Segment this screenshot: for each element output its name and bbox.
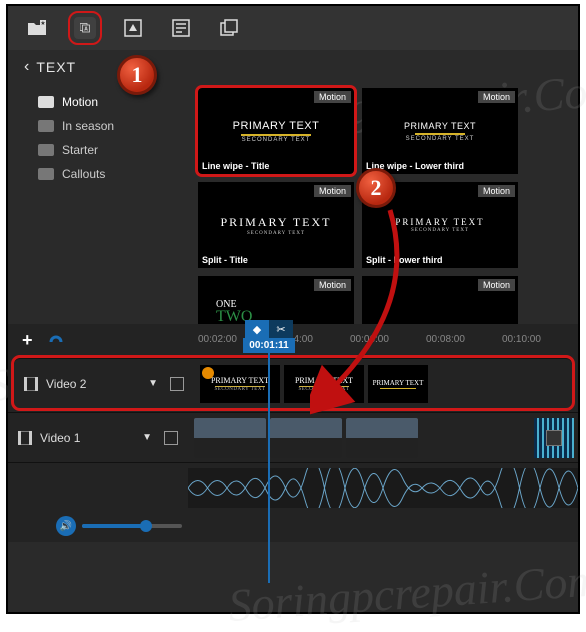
chevron-down-icon[interactable]: ▼ (142, 432, 152, 443)
preset-primary: PRIMARY TEXT (233, 120, 320, 132)
track-name: Video 2 (46, 377, 86, 391)
clip-underline (380, 388, 416, 389)
folder-icon (38, 120, 54, 132)
clip-secondary: SECONDARY TEXT (298, 387, 349, 392)
svg-text:A: A (84, 27, 88, 33)
panel-title: TEXT (36, 59, 76, 75)
clip-primary: PRIMARY TEXT (295, 376, 353, 385)
preset-primary: PRIMARY TEXT (220, 215, 331, 230)
track-visibility-icon[interactable] (164, 431, 178, 445)
sidebar-item-starter[interactable]: Starter (38, 138, 158, 162)
preset-tag: Motion (314, 91, 351, 103)
sidebar-item-label: Starter (62, 143, 98, 157)
sidebar-item-in-season[interactable]: In season (38, 114, 158, 138)
text-clip[interactable]: PRIMARY TEXT SECONDARY TEXT (284, 365, 364, 403)
preset-tag: Motion (478, 91, 515, 103)
track-header[interactable]: Video 2 ▼ (14, 377, 194, 391)
sidebar-item-label: Callouts (62, 167, 105, 181)
effect-icon (546, 430, 562, 446)
volume-control[interactable]: 🔊 (56, 516, 182, 536)
folder-tab-icon[interactable]: ★ (26, 17, 48, 39)
star-icon (202, 367, 214, 379)
preset-tag: Motion (314, 279, 351, 291)
effect-clip[interactable] (534, 418, 574, 458)
category-sidebar: Motion In season Starter Callouts (8, 84, 158, 324)
preset-tag: Motion (314, 185, 351, 197)
speaker-icon[interactable]: 🔊 (56, 516, 76, 536)
playhead-cut-icon[interactable]: ✂ (269, 320, 293, 338)
sidebar-item-callouts[interactable]: Callouts (38, 162, 158, 186)
playhead[interactable]: ◆ ✂ 00:01:11 (244, 320, 294, 583)
chevron-down-icon[interactable]: ▼ (148, 378, 158, 389)
track-name: Video 1 (40, 431, 80, 445)
preset-label: Line wipe - Title (202, 161, 269, 171)
video-clip-thumb[interactable] (346, 418, 418, 458)
preset-label: Split - Lower third (366, 255, 443, 265)
preset-secondary: SECONDARY TEXT (247, 231, 305, 236)
back-chevron-icon[interactable]: ‹ (24, 58, 30, 76)
filters-tab-icon[interactable] (170, 17, 192, 39)
preset-secondary: SECONDARY TEXT (242, 137, 311, 143)
preset-tag: Motion (478, 279, 515, 291)
video-track-icon (24, 377, 38, 391)
panel-header[interactable]: ‹ TEXT (8, 50, 578, 84)
ruler-tick: 00:10:00 (502, 334, 578, 345)
preset-split-title[interactable]: Motion PRIMARY TEXT SECONDARY TEXT Split… (198, 182, 354, 268)
playhead-line (268, 353, 270, 583)
preset-underline (241, 134, 311, 136)
preset-tag: Motion (478, 185, 515, 197)
svg-text:★: ★ (40, 20, 45, 27)
media-toolbar: ★ A (8, 6, 578, 50)
preset-label: Split - Title (202, 255, 248, 265)
folder-icon (38, 168, 54, 180)
clip-primary: PRIMARY TEXT (373, 379, 424, 387)
volume-slider[interactable] (82, 524, 182, 528)
preset-primary: PRIMARY TEXT (404, 121, 476, 131)
playhead-marker-icon[interactable]: ◆ (245, 320, 269, 338)
preset-secondary: SECONDARY TEXT (411, 228, 469, 233)
add-track-icon[interactable]: + (22, 330, 33, 351)
annotation-callout-1: 1 (117, 55, 157, 95)
snap-icon[interactable] (48, 332, 64, 348)
preset-underline (415, 133, 465, 135)
behaviors-tab-icon[interactable] (122, 17, 144, 39)
preset-primary: PRIMARY TEXT (395, 217, 484, 227)
playhead-time: 00:01:11 (243, 338, 294, 353)
preset-line-wipe-title[interactable]: Motion PRIMARY TEXT SECONDARY TEXT Line … (198, 88, 354, 174)
track-visibility-icon[interactable] (170, 377, 184, 391)
folder-icon (38, 144, 54, 156)
sidebar-item-label: In season (62, 119, 114, 133)
text-tab-icon[interactable]: A (74, 17, 96, 39)
video-track-icon (18, 431, 32, 445)
folder-open-icon (38, 96, 54, 108)
text-clip[interactable]: PRIMARY TEXT (368, 365, 428, 403)
annotation-callout-2: 2 (356, 168, 396, 208)
overlays-tab-icon[interactable] (218, 17, 240, 39)
ruler-tick: 00:08:00 (426, 334, 502, 345)
sidebar-item-label: Motion (62, 95, 98, 109)
preset-secondary: SECONDARY TEXT (406, 136, 475, 142)
ruler-tick: 00:06:00 (350, 334, 426, 345)
track-header[interactable]: Video 1 ▼ (8, 431, 188, 445)
preset-line-wipe-lower-third[interactable]: Motion PRIMARY TEXT SECONDARY TEXT Line … (362, 88, 518, 174)
